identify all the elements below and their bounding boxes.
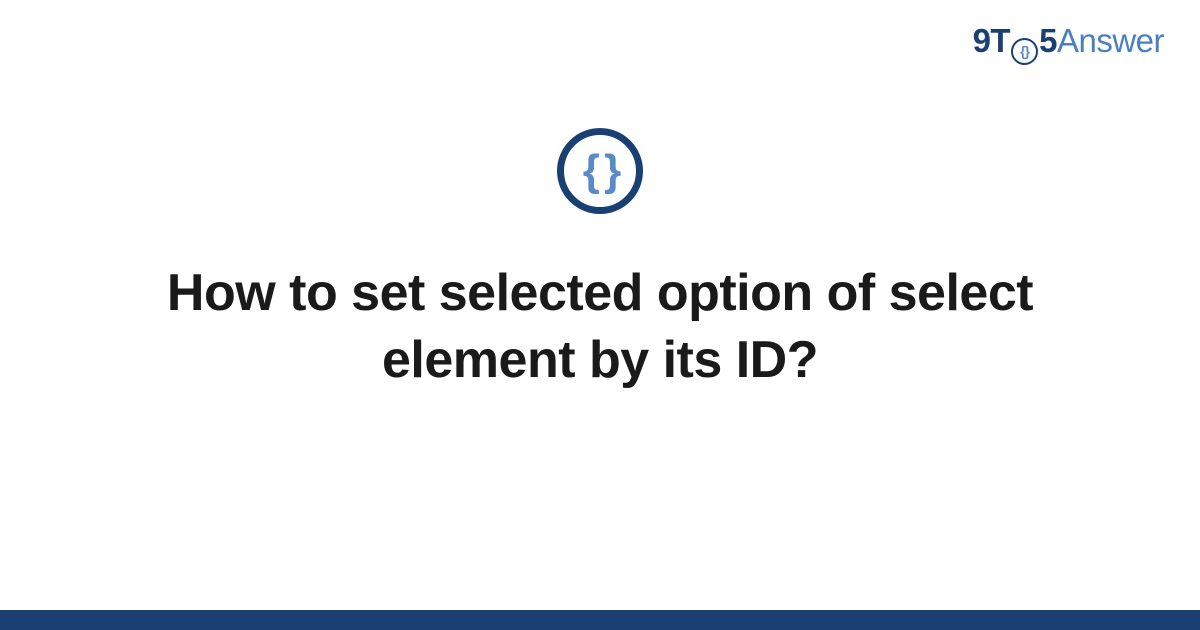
main-content: { } How to set selected option of select… (0, 128, 1200, 393)
topic-category-icon: { } (557, 128, 643, 214)
code-braces-icon: { } (583, 149, 617, 193)
question-title: How to set selected option of select ele… (120, 260, 1080, 393)
logo-text-5: 5 (1039, 22, 1057, 60)
logo-text-9t: 9T (973, 22, 1011, 60)
logo-text-answer: Answer (1057, 22, 1164, 60)
braces-icon: {} (1020, 44, 1029, 58)
logo-circle-icon: {} (1011, 38, 1038, 65)
footer-accent-bar (0, 610, 1200, 630)
site-logo: 9T {} 5 Answer (973, 22, 1164, 61)
logo-o-icon: {} (1011, 38, 1038, 65)
